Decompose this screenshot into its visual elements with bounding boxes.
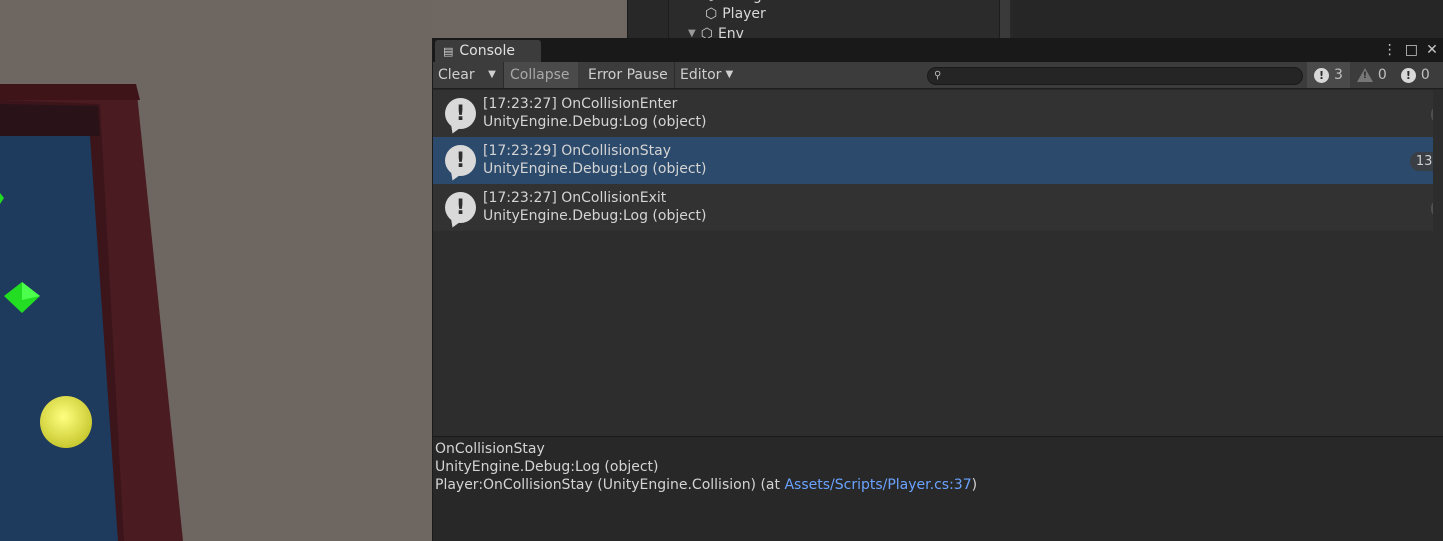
console-toolbar: Clear ▼ Collapse Error Pause Editor ▼ ⚲ !… xyxy=(433,62,1443,89)
close-icon[interactable]: ✕ xyxy=(1426,42,1438,58)
hierarchy-scrollbar[interactable] xyxy=(1000,0,1010,38)
menu-icon[interactable]: ⋮ xyxy=(1383,42,1397,58)
console-window: ▤ Console ⋮ □ ✕ Clear ▼ Collapse Error P… xyxy=(432,38,1443,541)
log-list[interactable]: ! [17:23:27] OnCollisionEnter UnityEngin… xyxy=(433,90,1443,436)
log-message-line: [17:23:27] OnCollisionExit xyxy=(483,190,667,206)
editor-label: Editor xyxy=(680,67,722,83)
cube-icon: ⬡ xyxy=(705,6,718,22)
collapse-toggle[interactable]: Collapse xyxy=(504,62,578,88)
log-entry[interactable]: ! [17:23:27] OnCollisionExit UnityEngine… xyxy=(433,184,1443,231)
hierarchy-item-player[interactable]: ⬡ Player xyxy=(705,4,766,24)
tab-label: Console xyxy=(459,43,515,59)
hierarchy-panel xyxy=(627,0,1014,38)
log-stack-line: UnityEngine.Debug:Log (object) xyxy=(483,208,707,224)
error-pause-toggle[interactable]: Error Pause xyxy=(588,62,668,88)
log-stack-line: UnityEngine.Debug:Log (object) xyxy=(483,161,707,177)
warning-filter-toggle[interactable]: ! 0 xyxy=(1350,62,1394,88)
editor-dropdown[interactable]: Editor ▼ xyxy=(680,62,733,88)
error-count: 0 xyxy=(1420,67,1430,83)
log-list-scrollbar[interactable] xyxy=(1433,90,1443,436)
maximize-icon[interactable]: □ xyxy=(1405,42,1418,58)
console-tabbar: ▤ Console ⋮ □ ✕ xyxy=(433,38,1443,62)
hierarchy-item-label: Player xyxy=(722,6,766,22)
clear-options-dropdown[interactable]: ▼ xyxy=(483,62,501,88)
log-message-line: [17:23:29] OnCollisionStay xyxy=(483,143,672,159)
log-detail-pane: OnCollisionStay UnityEngine.Debug:Log (o… xyxy=(433,436,1443,541)
separator xyxy=(674,62,675,88)
detail-stack-source-line: Player:OnCollisionStay (UnityEngine.Coll… xyxy=(435,477,978,493)
inspector-panel xyxy=(1013,0,1443,38)
search-field[interactable]: ⚲ xyxy=(927,67,1303,85)
log-message-line: [17:23:27] OnCollisionEnter xyxy=(483,96,678,112)
log-filter-counters: ! 3 ! 0 ! 0 xyxy=(1307,62,1437,88)
scene-render xyxy=(0,0,432,541)
info-icon: ! xyxy=(445,192,476,223)
detail-stack-line: UnityEngine.Debug:Log (object) xyxy=(435,459,659,475)
player-ball xyxy=(40,396,92,448)
error-filter-toggle[interactable]: ! 0 xyxy=(1394,62,1437,88)
scene-view[interactable] xyxy=(0,0,432,541)
error-icon: ! xyxy=(1400,67,1416,83)
chevron-down-icon: ▼ xyxy=(725,69,734,80)
chevron-down-icon: ▼ xyxy=(488,69,496,80)
log-entry[interactable]: ! [17:23:27] OnCollisionEnter UnityEngin… xyxy=(433,90,1443,137)
search-input[interactable] xyxy=(948,68,1293,84)
log-filter-toggle[interactable]: ! 3 xyxy=(1307,62,1350,88)
warning-count: 0 xyxy=(1377,67,1387,83)
search-icon: ⚲ xyxy=(934,70,942,81)
clear-button[interactable]: Clear xyxy=(438,62,475,88)
info-icon: ! xyxy=(445,98,476,129)
console-icon: ▤ xyxy=(443,44,454,58)
tab-console[interactable]: ▤ Console xyxy=(435,40,541,62)
log-stack-line: UnityEngine.Debug:Log (object) xyxy=(483,114,707,130)
warning-icon: ! xyxy=(1356,68,1373,82)
window-buttons: ⋮ □ ✕ xyxy=(1383,40,1438,60)
source-file-link[interactable]: Assets/Scripts/Player.cs:37 xyxy=(784,477,971,493)
detail-message: OnCollisionStay xyxy=(435,441,545,457)
info-icon: ! xyxy=(1314,67,1329,83)
log-entry-selected[interactable]: ! [17:23:29] OnCollisionStay UnityEngine… xyxy=(433,137,1443,184)
log-count: 3 xyxy=(1334,67,1343,83)
info-icon: ! xyxy=(445,145,476,176)
